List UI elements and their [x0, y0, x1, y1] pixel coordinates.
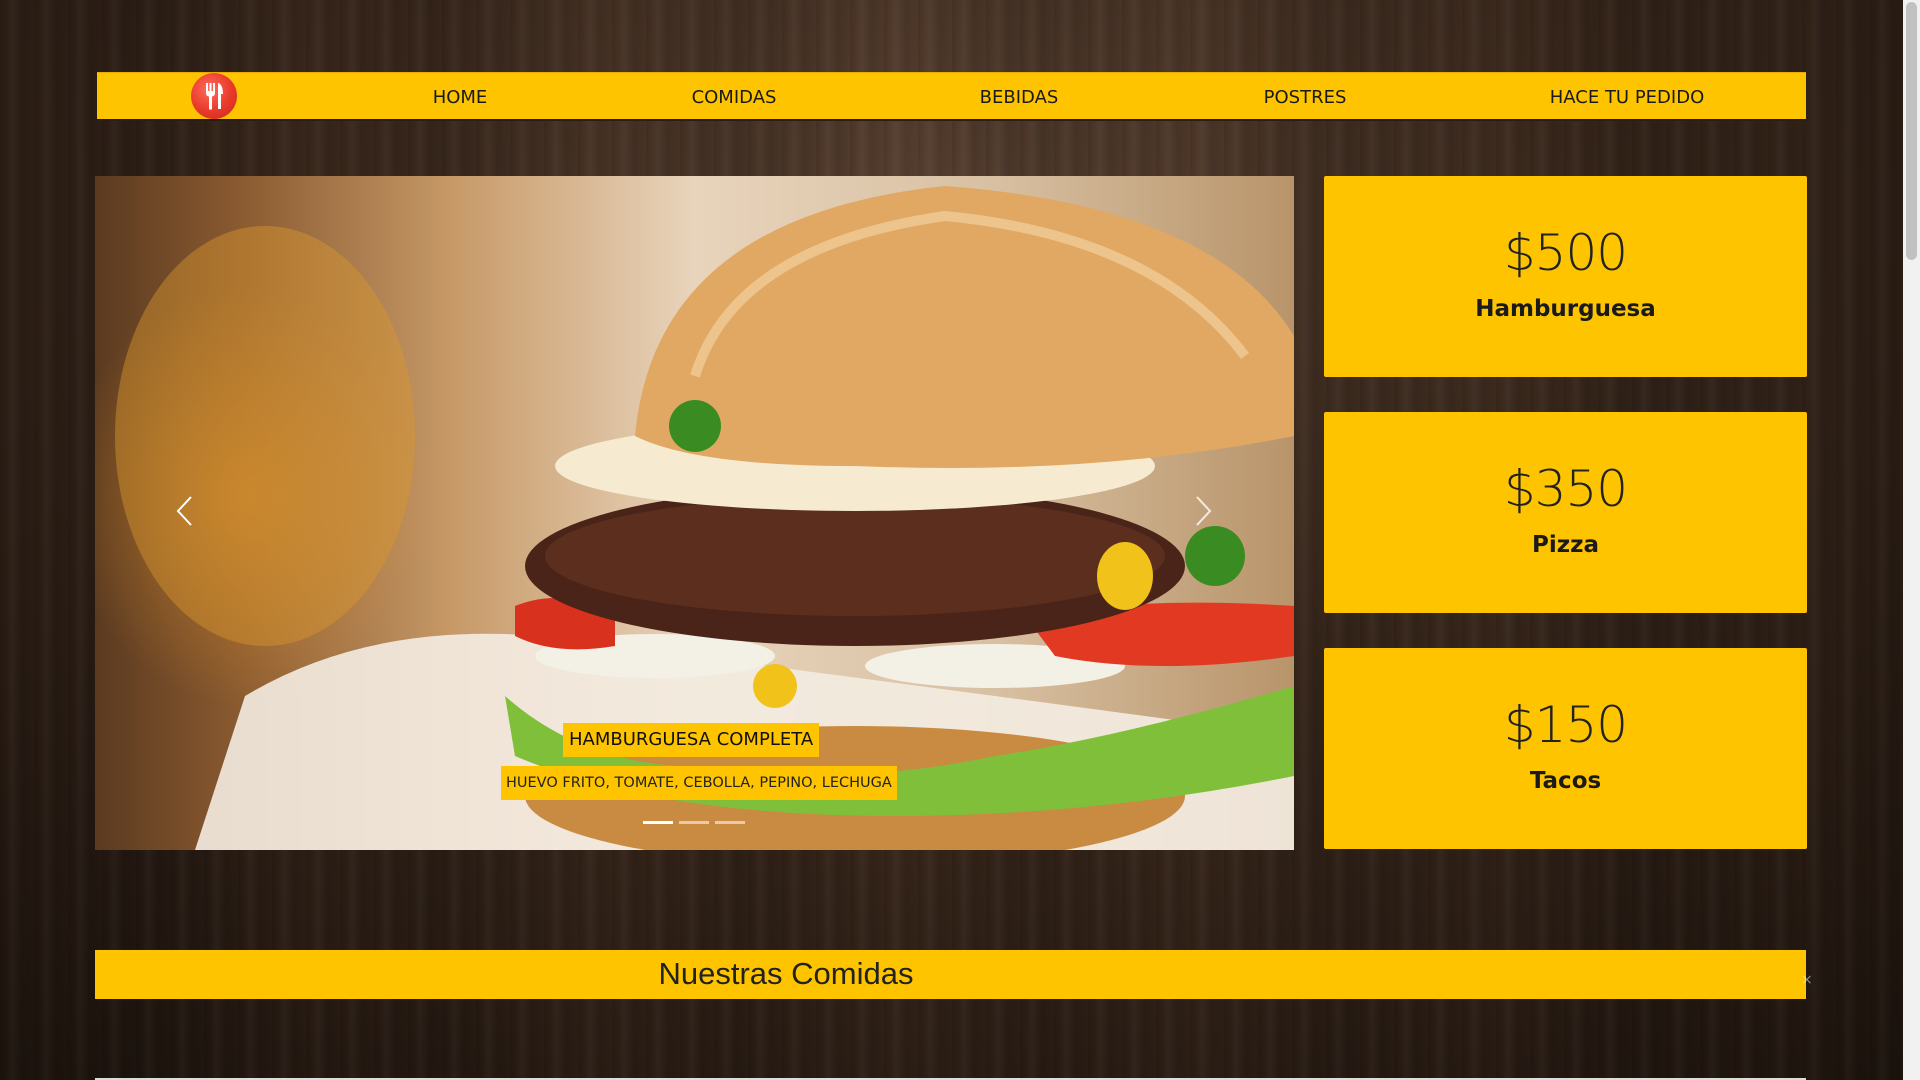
carousel-next-button[interactable]	[1173, 481, 1233, 541]
carousel-prev-button[interactable]	[155, 481, 215, 541]
card-name: Tacos	[1529, 768, 1602, 794]
section-header: Nuestras Comidas	[95, 950, 1806, 999]
carousel-caption-title: HAMBURGUESA COMPLETA	[563, 723, 820, 757]
close-icon[interactable]: ×	[1801, 972, 1813, 988]
scrollbar-thumb[interactable]	[1906, 2, 1917, 260]
carousel-indicator-1[interactable]	[643, 821, 673, 824]
section-title: Nuestras Comidas	[658, 956, 914, 991]
card-price: $350	[1503, 460, 1628, 518]
card-price: $150	[1503, 696, 1628, 754]
chevron-right-icon	[1196, 496, 1212, 526]
nav-item-postres[interactable]: POSTRES	[1264, 73, 1347, 119]
carousel-indicators	[643, 821, 745, 824]
navbar: HOME COMIDAS BEBIDAS POSTRES HACE TU PED…	[97, 72, 1806, 121]
price-card-pizza[interactable]: $350 Pizza	[1324, 412, 1807, 613]
nav-item-home[interactable]: HOME	[433, 73, 488, 119]
card-price: $500	[1503, 224, 1628, 282]
nav-item-bebidas[interactable]: BEBIDAS	[980, 73, 1059, 119]
page: HOME COMIDAS BEBIDAS POSTRES HACE TU PED…	[0, 0, 1903, 1080]
carousel[interactable]: HAMBURGUESA COMPLETA HUEVO FRITO, TOMATE…	[95, 176, 1294, 850]
scrollbar[interactable]	[1903, 0, 1920, 1080]
nav-links: HOME COMIDAS BEBIDAS POSTRES HACE TU PED…	[97, 73, 1806, 119]
price-card-hamburguesa[interactable]: $500 Hamburguesa	[1324, 176, 1807, 377]
nav-item-hace-tu-pedido[interactable]: HACE TU PEDIDO	[1550, 73, 1705, 119]
carousel-indicator-2[interactable]	[679, 821, 709, 824]
chevron-left-icon	[176, 496, 192, 526]
card-name: Hamburguesa	[1475, 296, 1656, 322]
card-name: Pizza	[1531, 532, 1600, 558]
nav-item-comidas[interactable]: COMIDAS	[692, 73, 777, 119]
carousel-indicator-3[interactable]	[715, 821, 745, 824]
price-card-tacos[interactable]: $150 Tacos	[1324, 648, 1807, 849]
carousel-caption-subtitle: HUEVO FRITO, TOMATE, CEBOLLA, PEPINO, LE…	[501, 766, 897, 800]
